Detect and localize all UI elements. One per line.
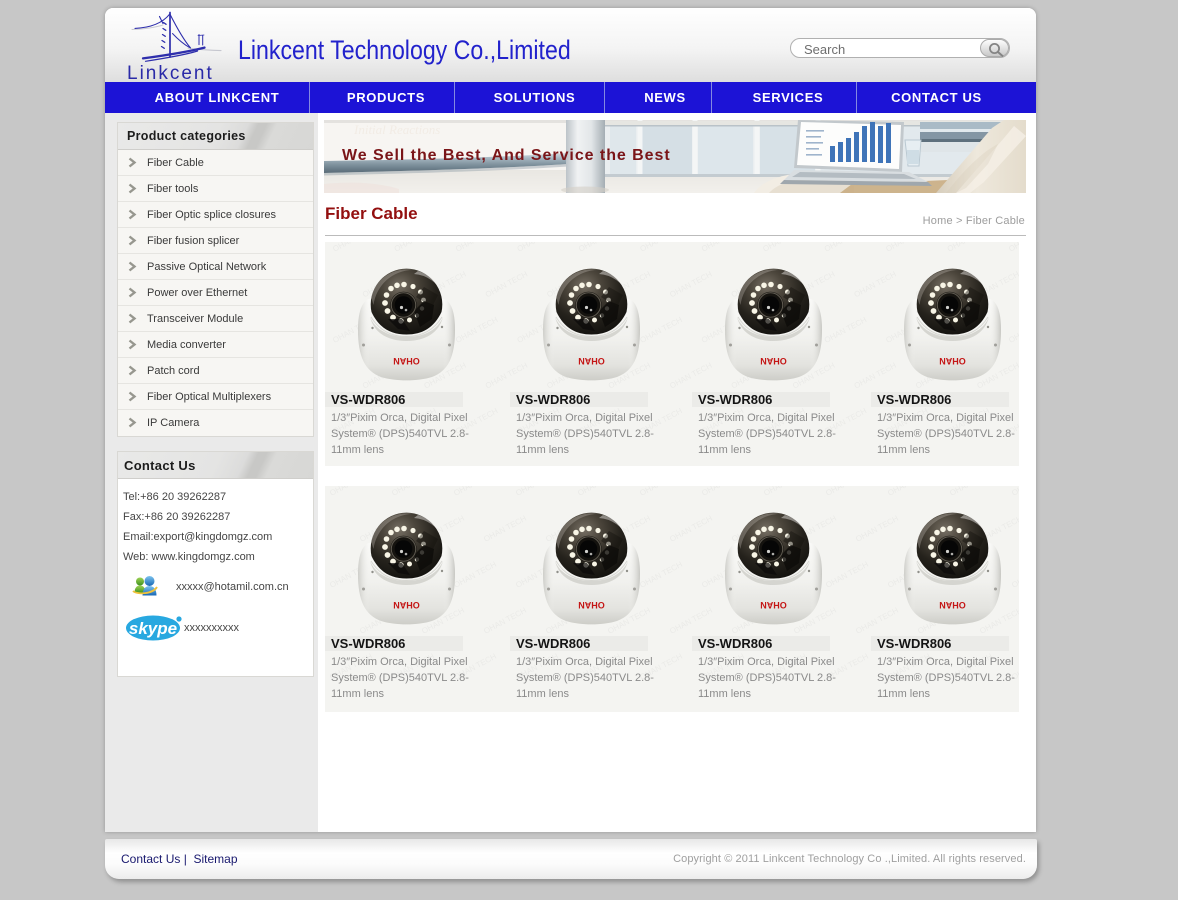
- svg-text:Initial Reactions: Initial Reactions: [353, 122, 440, 137]
- svg-text:skype: skype: [129, 619, 177, 638]
